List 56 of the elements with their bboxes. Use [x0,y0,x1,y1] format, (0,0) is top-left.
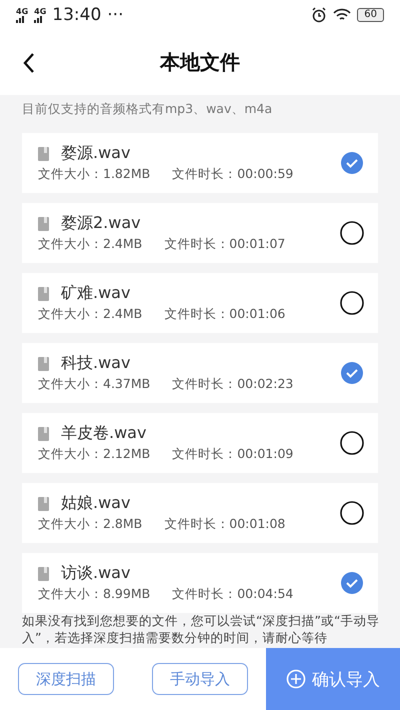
file-size: 文件大小：2.4MB [38,236,142,253]
clock-time: 13:40 [52,5,102,25]
file-icon [38,216,49,230]
wifi-icon [333,8,352,22]
file-icon [38,566,49,580]
file-card[interactable]: 羊皮卷.wav 文件大小：2.12MB 文件时长：00:01:09 [22,413,378,473]
hint-text: 如果没有找到您想要的文件，您可以尝试“深度扫描”或“手动导入”，若选择深度扫描需要数分钟的时间，请耐心等待 [22,612,380,646]
file-card[interactable]: 科技.wav 文件大小：4.37MB 文件时长：00:02:23 [22,343,378,403]
alarm-icon [311,7,328,23]
file-card[interactable]: 访谈.wav 文件大小：8.99MB 文件时长：00:04:54 [22,553,378,613]
manual-import-button[interactable]: 手动导入 [152,663,248,695]
file-duration: 文件时长：00:01:08 [164,516,286,533]
signal-indicator: 4G [34,8,46,22]
unchecked-circle-icon[interactable] [340,221,364,245]
deep-scan-button[interactable]: 深度扫描 [18,663,114,695]
file-name: 婺源2.wav [61,213,141,234]
file-name: 矿难.wav [61,283,130,304]
file-name: 羊皮卷.wav [61,423,146,444]
more-dots: ··· [107,5,124,25]
unchecked-circle-icon[interactable] [340,501,364,525]
file-name: 姑娘.wav [61,493,130,514]
checked-icon[interactable] [340,361,364,385]
file-duration: 文件时长：00:04:54 [172,586,294,603]
file-card[interactable]: 矿难.wav 文件大小：2.4MB 文件时长：00:01:06 [22,273,378,333]
checked-icon[interactable] [340,151,364,175]
file-duration: 文件时长：00:01:07 [164,236,286,253]
back-icon[interactable] [22,52,36,74]
checked-icon[interactable] [340,571,364,595]
unchecked-circle-icon[interactable] [340,431,364,455]
file-duration: 文件时长：00:02:23 [172,376,294,393]
file-size: 文件大小：1.82MB [38,166,150,183]
file-size: 文件大小：2.8MB [38,516,142,533]
file-size: 文件大小：4.37MB [38,376,150,393]
file-duration: 文件时长：00:00:59 [172,166,294,183]
file-duration: 文件时长：00:01:06 [164,306,286,323]
file-name: 婺源.wav [61,143,130,164]
file-name: 访谈.wav [61,563,130,584]
file-size: 文件大小：8.99MB [38,586,150,603]
file-duration: 文件时长：00:01:09 [172,446,294,463]
file-icon [38,496,49,510]
file-card[interactable]: 婺源.wav 文件大小：1.82MB 文件时长：00:00:59 [22,133,378,193]
page-title: 本地文件 [160,49,240,76]
file-size: 文件大小：2.12MB [38,446,150,463]
battery-indicator: 60 [357,8,384,22]
file-size: 文件大小：2.4MB [38,306,142,323]
file-icon [38,146,49,160]
file-name: 科技.wav [61,353,130,374]
signal-indicator: 4G [16,8,28,22]
file-icon [38,426,49,440]
plus-circle-icon [286,669,306,689]
unchecked-circle-icon[interactable] [340,291,364,315]
format-notice: 目前仅支持的音频格式有mp3、wav、m4a [21,100,274,118]
file-card[interactable]: 婺源2.wav 文件大小：2.4MB 文件时长：00:01:07 [22,203,378,263]
file-icon [38,286,49,300]
file-card[interactable]: 姑娘.wav 文件大小：2.8MB 文件时长：00:01:08 [22,483,378,543]
file-icon [38,356,49,370]
